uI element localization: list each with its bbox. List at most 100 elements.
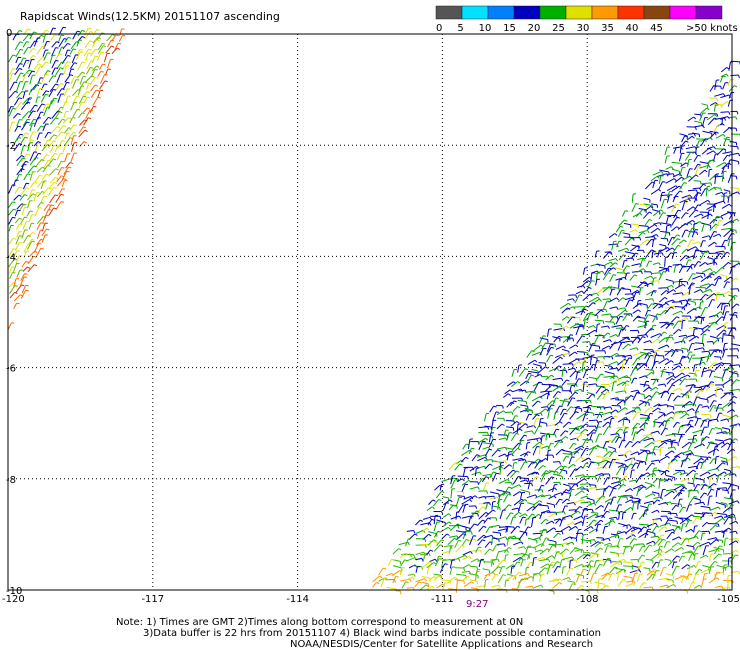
wind-barb: [111, 47, 118, 55]
wind-barb-flag: [666, 344, 670, 348]
wind-barb-flag: [53, 181, 58, 185]
wind-barb-flag: [575, 526, 579, 529]
wind-barb: [643, 586, 653, 589]
wind-barb: [82, 107, 88, 113]
wind-barb: [709, 523, 719, 525]
wind-barb: [637, 500, 639, 510]
wind-barb-flag: [717, 468, 720, 472]
wind-barb: [714, 80, 717, 90]
wind-barb: [569, 547, 576, 555]
wind-barb-flag: [27, 266, 31, 269]
wind-barb: [36, 103, 43, 112]
wind-barb: [531, 476, 537, 484]
wind-barb: [457, 495, 465, 497]
wind-barb-flag: [487, 426, 490, 430]
wind-barb: [672, 292, 683, 295]
wind-barb: [90, 89, 97, 98]
wind-barb: [443, 499, 451, 506]
wind-barb: [12, 263, 17, 273]
wind-barb: [680, 460, 684, 468]
wind-barb-flag: [624, 431, 628, 433]
wind-barb: [658, 577, 668, 581]
legend-label: 30: [577, 23, 590, 34]
wind-barb-flag: [619, 225, 624, 228]
wind-barb: [617, 341, 623, 351]
wind-barb: [692, 241, 700, 245]
wind-barb: [568, 583, 573, 590]
wind-barb: [540, 390, 549, 393]
wind-barb: [644, 219, 650, 227]
wind-barb: [643, 197, 651, 201]
wind-barb: [496, 559, 504, 568]
wind-barb: [652, 499, 658, 505]
wind-barb: [42, 116, 49, 125]
wind-barb: [630, 470, 633, 479]
wind-barb-flag: [581, 490, 585, 493]
wind-barb: [665, 166, 672, 170]
wind-barb-flag: [720, 356, 722, 361]
wind-barb: [64, 133, 68, 140]
wind-barb: [512, 476, 519, 485]
wind-barb-flag: [582, 499, 586, 503]
wind-barb-flag: [572, 522, 576, 525]
wind-barb-flag: [716, 314, 719, 318]
wind-barb-flag: [608, 384, 611, 388]
wind-barb-flag: [723, 329, 727, 333]
wind-barb-flag: [485, 511, 489, 515]
wind-barb-flag: [21, 284, 25, 287]
wind-barb: [680, 337, 685, 344]
wind-barb: [576, 553, 585, 560]
wind-barb-flag: [702, 347, 705, 351]
wind-barb: [671, 378, 680, 385]
wind-barb: [8, 122, 13, 132]
wind-barb: [664, 450, 673, 457]
wind-barb-flag: [588, 341, 591, 345]
wind-barb-flag: [672, 411, 675, 415]
wind-barb: [667, 393, 672, 402]
wind-barb-flag: [66, 81, 70, 84]
wind-barb-flag: [696, 146, 700, 148]
wind-barb: [386, 586, 397, 590]
wind-barb-flag: [82, 29, 86, 32]
wind-barb: [596, 393, 603, 400]
wind-barb: [622, 466, 626, 476]
wind-barb: [62, 144, 67, 153]
wind-barb: [622, 343, 629, 350]
wind-barb: [621, 512, 624, 520]
wind-barb: [700, 456, 708, 458]
wind-barb: [512, 406, 519, 412]
wind-barb: [580, 569, 584, 576]
wind-barb: [688, 335, 697, 342]
wind-barb: [518, 368, 526, 377]
wind-barb: [707, 489, 712, 496]
wind-barb: [449, 545, 452, 553]
wind-barb-flag: [573, 367, 577, 371]
wind-barb-flag: [511, 411, 514, 415]
wind-barb-flag: [17, 136, 22, 139]
wind-barb-flag: [560, 324, 562, 328]
wind-barb: [35, 96, 38, 103]
wind-barb: [8, 266, 13, 274]
wind-barb: [502, 393, 509, 398]
wind-barb-flag: [564, 430, 569, 433]
wind-barb: [699, 183, 704, 190]
wind-barb: [639, 413, 650, 417]
wind-barb-flag: [629, 524, 632, 528]
wind-barb: [643, 211, 650, 219]
wind-barb-flag: [492, 438, 497, 441]
wind-barb-flag: [456, 511, 460, 513]
wind-barb-flag: [48, 159, 52, 162]
wind-barb-flag: [676, 513, 678, 517]
wind-barb-flag: [710, 414, 712, 418]
wind-barb: [447, 537, 455, 545]
wind-barb-flag: [100, 70, 104, 73]
wind-barb-flag: [726, 251, 730, 254]
wind-barb-flag: [690, 450, 693, 454]
wind-barb-flag: [522, 516, 526, 519]
wind-barb: [651, 509, 658, 514]
wind-barb-flag: [707, 471, 711, 475]
wind-barb: [624, 488, 631, 493]
wind-barb-flag: [32, 110, 36, 113]
wind-barb-flag: [571, 541, 575, 545]
wind-barb: [36, 229, 41, 240]
